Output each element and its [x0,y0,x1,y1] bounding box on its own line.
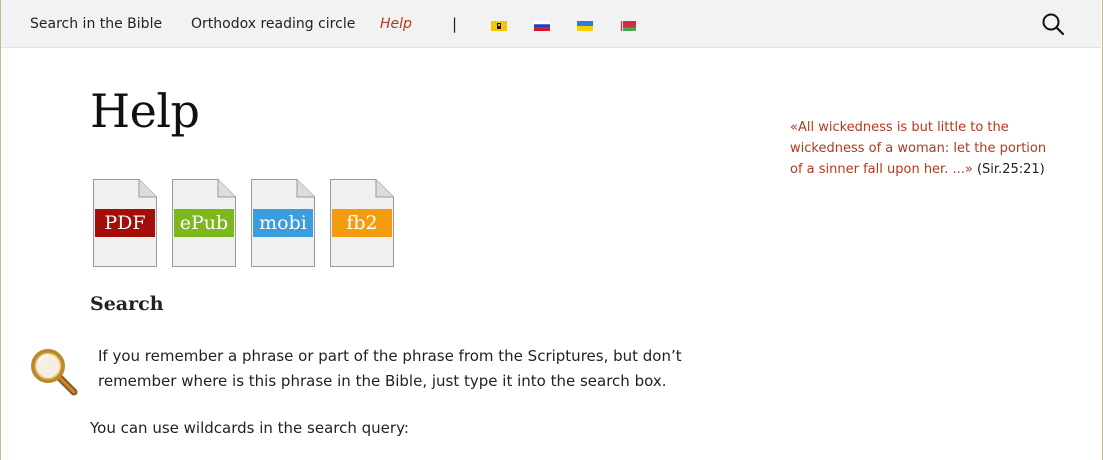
mobi-label: mobi [253,209,313,237]
nav-help[interactable]: Help [380,16,412,32]
page-title: Help [90,84,200,138]
search-help-paragraph: If you remember a phrase or part of the … [98,347,682,390]
nav-reading-circle[interactable]: Orthodox reading circle [191,16,355,32]
top-navbar: Search in the Bible Orthodox reading cir… [1,0,1101,48]
download-pdf-button[interactable]: PDF [93,179,157,267]
download-mobi-button[interactable]: mobi [251,179,315,267]
section-heading-search: Search [90,293,164,315]
nav-search-in-bible[interactable]: Search in the Bible [30,16,162,32]
pdf-label: PDF [95,209,155,237]
magnifier-icon [31,349,78,396]
quote-reference: (Sir.25:21) [976,162,1045,177]
download-epub-button[interactable]: ePub [172,179,236,267]
wildcards-paragraph: You can use wildcards in the search quer… [90,419,409,437]
download-fb2-button[interactable]: fb2 [330,179,394,267]
russian-flag-icon[interactable] [534,21,550,31]
nav-separator: | [452,15,458,33]
epub-label: ePub [174,209,234,237]
daily-quote: «All wickedness is but little to the wic… [790,117,1060,180]
church-slavonic-flag-icon[interactable] [491,21,507,31]
belarusian-flag-icon[interactable] [620,21,636,31]
search-icon[interactable] [1041,12,1065,36]
fb2-label: fb2 [332,209,392,237]
ukrainian-flag-icon[interactable] [577,21,593,31]
